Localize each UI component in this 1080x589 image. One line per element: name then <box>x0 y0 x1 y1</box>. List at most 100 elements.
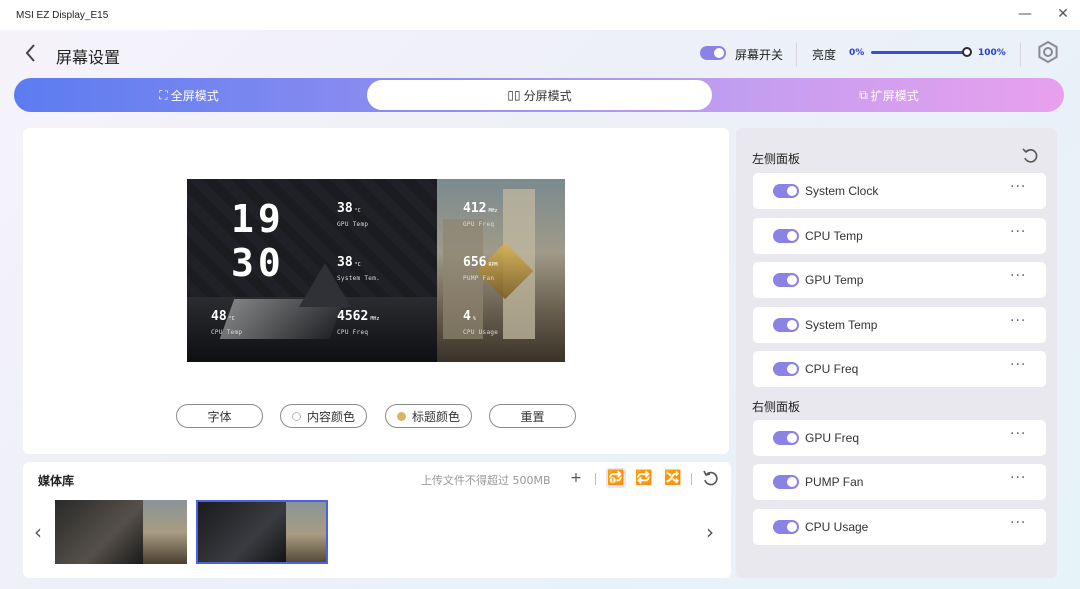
left-panel-item[interactable]: System Temp ··· <box>753 307 1046 343</box>
metric-number: 656 <box>463 255 487 270</box>
shuffle-icon[interactable]: 🔀 <box>663 468 683 488</box>
header: 屏幕设置 屏幕开关 亮度 0% 100% <box>0 34 1080 74</box>
item-toggle[interactable] <box>773 475 799 489</box>
more-options-icon[interactable]: ··· <box>1010 515 1026 531</box>
repeat-one-icon[interactable]: 🔂 <box>606 468 626 488</box>
right-panel-item[interactable]: PUMP Fan ··· <box>753 464 1046 500</box>
metric-unit: % <box>472 316 476 322</box>
metric-number: 412 <box>463 201 487 216</box>
left-panel-item[interactable]: GPU Temp ··· <box>753 262 1046 298</box>
item-label: GPU Freq <box>805 431 860 445</box>
refresh-icon[interactable] <box>701 468 721 488</box>
metric-number: 48 <box>211 309 227 324</box>
header-divider <box>1020 42 1021 66</box>
tab-extend-screen-mode[interactable]: ⧉ 扩屏模式 <box>714 78 1064 112</box>
metric-unit: MHz <box>488 208 498 214</box>
item-label: PUMP Fan <box>805 475 864 489</box>
item-toggle[interactable] <box>773 229 799 243</box>
metric-number: 4562 <box>337 309 369 324</box>
toolbar-separator <box>691 473 692 485</box>
more-options-icon[interactable]: ··· <box>1010 224 1026 240</box>
brightness-slider-track[interactable] <box>871 51 967 54</box>
item-toggle[interactable] <box>773 520 799 534</box>
brightness-max-label: 100% <box>978 48 1006 58</box>
content-color-button[interactable]: 内容颜色 <box>280 404 367 428</box>
metric-value: 38 °C <box>337 255 361 270</box>
more-options-icon[interactable]: ··· <box>1010 470 1026 486</box>
metric-value: 38 °C <box>337 201 361 216</box>
settings-gear-icon[interactable] <box>1036 40 1060 64</box>
clock-minute: 30 <box>231 241 285 285</box>
next-arrow-icon[interactable]: › <box>706 520 714 544</box>
more-options-icon[interactable]: ··· <box>1010 313 1026 329</box>
metric-unit: RPM <box>488 262 498 268</box>
left-panel-item[interactable]: System Clock ··· <box>753 173 1046 209</box>
add-media-icon[interactable]: + <box>566 468 586 488</box>
tab-label: 扩屏模式 <box>870 88 919 103</box>
fullscreen-icon: ⛶ <box>159 87 168 102</box>
item-label: CPU Usage <box>805 520 869 534</box>
metric-label: CPU Temp <box>211 329 243 336</box>
screen-switch-toggle[interactable] <box>700 46 726 60</box>
tab-fullscreen-mode[interactable]: ⛶ 全屏模式 <box>14 78 364 112</box>
minimize-button[interactable]: — <box>1017 6 1033 22</box>
tab-split-screen-mode[interactable]: ▯▯ 分屏模式 <box>367 80 712 110</box>
title-bar: MSI EZ Display_E15 — ✕ <box>0 0 1080 30</box>
metric-number: 38 <box>337 255 353 270</box>
reset-layout-icon[interactable] <box>1020 146 1040 166</box>
right-panel-item[interactable]: GPU Freq ··· <box>753 420 1046 456</box>
left-panel-item[interactable]: CPU Freq ··· <box>753 351 1046 387</box>
item-label: CPU Freq <box>805 362 859 376</box>
metric-unit: MHz <box>370 316 380 322</box>
metric-label: System Tem. <box>337 275 381 282</box>
mode-tab-bar: ⛶ 全屏模式 ▯▯ 分屏模式 ⧉ 扩屏模式 <box>14 78 1064 112</box>
title-color-button[interactable]: 标题颜色 <box>385 404 472 428</box>
media-thumbnail[interactable] <box>55 500 187 564</box>
close-button[interactable]: ✕ <box>1055 6 1071 22</box>
metric-unit: °C <box>228 316 235 322</box>
thumbnail-left <box>198 502 286 562</box>
split-screen-icon: ▯▯ <box>507 88 521 102</box>
item-toggle[interactable] <box>773 273 799 287</box>
media-library-title: 媒体库 <box>38 474 75 488</box>
screen-preview: 19 30 38 °C GPU Temp 38 °C System Tem. 48 °… <box>187 179 565 362</box>
media-thumbnail-selected[interactable] <box>196 500 328 564</box>
header-divider <box>796 42 797 66</box>
metric-unit: °C <box>354 262 361 268</box>
metric-number: 4 <box>463 309 471 324</box>
metric-value: 48 °C <box>211 309 235 324</box>
more-options-icon[interactable]: ··· <box>1010 357 1026 373</box>
metric-label: CPU Freq <box>337 329 369 336</box>
tab-label: 全屏模式 <box>170 88 219 103</box>
page-title: 屏幕设置 <box>56 48 121 67</box>
metric-value: 412 MHz <box>463 201 498 216</box>
more-options-icon[interactable]: ··· <box>1010 268 1026 284</box>
reset-button-label: 重置 <box>520 409 545 424</box>
left-panel-item[interactable]: CPU Temp ··· <box>753 218 1046 254</box>
repeat-icon[interactable]: 🔁 <box>634 468 654 488</box>
metric-value: 656 RPM <box>463 255 498 270</box>
metric-label: GPU Temp <box>337 221 369 228</box>
brightness-label: 亮度 <box>812 48 837 62</box>
brightness-min-label: 0% <box>849 48 865 58</box>
prev-arrow-icon[interactable]: ‹ <box>34 520 42 544</box>
item-toggle[interactable] <box>773 318 799 332</box>
item-toggle[interactable] <box>773 362 799 376</box>
preview-panel: 19 30 38 °C GPU Temp 38 °C System Tem. 48 °… <box>23 128 729 454</box>
left-panel-title: 左侧面板 <box>752 152 801 166</box>
item-toggle[interactable] <box>773 431 799 445</box>
right-panel-item[interactable]: CPU Usage ··· <box>753 509 1046 545</box>
content-color-label: 内容颜色 <box>306 409 355 424</box>
back-icon[interactable] <box>22 42 40 64</box>
more-options-icon[interactable]: ··· <box>1010 426 1026 442</box>
metric-value: 4% <box>463 309 476 324</box>
metric-unit: °C <box>354 208 361 214</box>
more-options-icon[interactable]: ··· <box>1010 179 1026 195</box>
screen-switch-label: 屏幕开关 <box>735 48 784 62</box>
item-label: System Temp <box>805 318 878 332</box>
reset-button[interactable]: 重置 <box>489 404 576 428</box>
brightness-slider-thumb[interactable] <box>962 47 972 57</box>
content-color-swatch <box>291 411 301 421</box>
item-toggle[interactable] <box>773 184 799 198</box>
font-button[interactable]: 字体 <box>176 404 263 428</box>
